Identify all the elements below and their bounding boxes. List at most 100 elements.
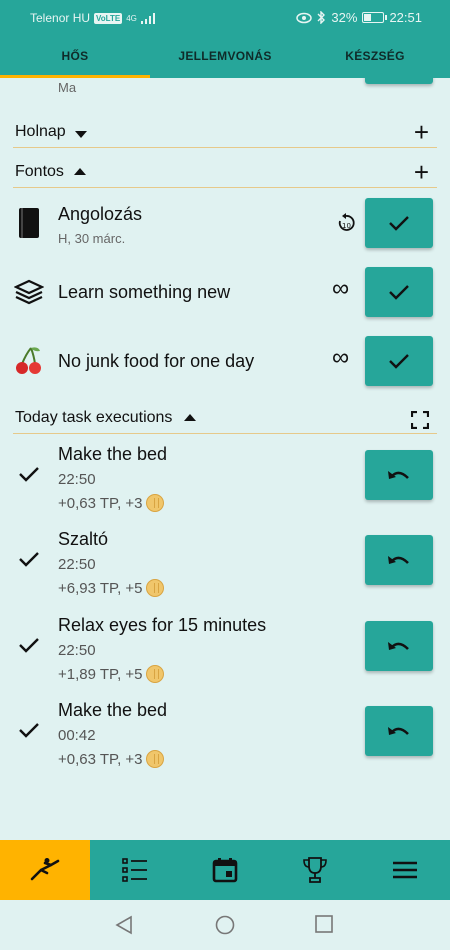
check-icon — [389, 216, 409, 231]
reward-text: +1,89 TP, +5 — [58, 665, 143, 683]
undo-button[interactable] — [365, 621, 433, 671]
replay-10-icon: 10 — [338, 213, 355, 231]
task-title: Learn something new — [58, 282, 231, 302]
section-holnap[interactable]: Holnap + — [13, 118, 437, 148]
coin-icon — [145, 579, 164, 597]
hero-icon — [30, 858, 60, 881]
undo-icon — [388, 642, 409, 650]
partial-task-row[interactable]: Ma — [0, 78, 450, 106]
complete-task-button[interactable] — [365, 198, 433, 248]
execution-time: 22:50 — [58, 642, 96, 659]
task-row[interactable]: Angolozás H, 30 márc. 10 — [0, 198, 450, 258]
section-label: Holnap — [15, 123, 66, 140]
checklist-icon — [122, 858, 147, 882]
check-icon — [19, 552, 39, 567]
network-type: 4G — [126, 13, 137, 23]
add-icon[interactable]: + — [414, 158, 429, 186]
execution-row[interactable]: Make the bed 00:42 +0,63 TP, +3 — [0, 700, 450, 784]
execution-title: Szaltó — [58, 529, 109, 549]
calendar-icon — [212, 858, 238, 883]
execution-row[interactable]: Relax eyes for 15 minutes 22:50 +1,89 TP… — [0, 615, 450, 699]
execution-reward: +6,93 TP, +5 — [58, 579, 164, 597]
execution-reward: +1,89 TP, +5 — [58, 665, 164, 683]
reward-text: +0,63 TP, +3 — [58, 494, 143, 512]
execution-reward: +0,63 TP, +3 — [58, 494, 164, 512]
book-icon — [19, 208, 39, 238]
caret-down-icon[interactable] — [75, 131, 87, 138]
add-icon[interactable]: + — [414, 118, 429, 146]
back-icon[interactable] — [114, 915, 134, 935]
battery-icon — [362, 12, 388, 23]
check-icon — [19, 467, 39, 482]
status-left: Telenor HU VoLTE 4G — [30, 11, 155, 25]
infinity-icon: ∞ — [332, 344, 350, 371]
undo-icon — [388, 727, 409, 735]
undo-button[interactable] — [365, 706, 433, 756]
check-icon — [19, 638, 39, 653]
check-icon — [389, 285, 409, 300]
nav-menu[interactable] — [360, 840, 450, 900]
complete-task-button[interactable] — [365, 267, 433, 317]
execution-title: Relax eyes for 15 minutes — [58, 615, 267, 635]
task-row[interactable]: No junk food for one day ∞ — [0, 336, 450, 396]
reward-text: +6,93 TP, +5 — [58, 579, 143, 597]
volte-badge: VoLTE — [94, 12, 123, 24]
execution-reward: +0,63 TP, +3 — [58, 750, 164, 768]
infinity-icon: ∞ — [332, 275, 350, 302]
complete-task-button[interactable] — [365, 78, 433, 84]
task-title: Angolozás — [58, 204, 143, 224]
tab-hos[interactable]: HŐS — [0, 34, 150, 78]
caret-up-icon[interactable] — [74, 168, 86, 175]
execution-time: 00:42 — [58, 727, 96, 744]
battery-percent: 32% — [331, 10, 358, 25]
trophy-icon — [303, 857, 327, 883]
nav-calendar[interactable] — [180, 840, 270, 900]
task-title: No junk food for one day — [58, 351, 255, 371]
bottom-navigation — [0, 840, 450, 900]
bluetooth-icon — [317, 11, 326, 24]
undo-icon — [388, 471, 409, 479]
coin-icon — [145, 494, 164, 512]
svg-text:10: 10 — [342, 222, 351, 230]
menu-icon — [393, 861, 417, 879]
task-date: Ma — [58, 80, 77, 95]
undo-icon — [388, 556, 409, 564]
execution-time: 22:50 — [58, 556, 96, 573]
status-bar: Telenor HU VoLTE 4G 32% 22:51 — [0, 0, 450, 34]
signal-icon — [140, 12, 155, 24]
execution-title: Make the bed — [58, 700, 168, 720]
execution-time: 22:50 — [58, 471, 96, 488]
complete-task-button[interactable] — [365, 336, 433, 386]
main-content[interactable]: Ma Holnap + Fontos + Angolozás H, 30 már… — [0, 78, 450, 840]
carrier-name: Telenor HU — [30, 11, 91, 25]
eye-comfort-icon — [296, 12, 313, 23]
nav-hero[interactable] — [0, 840, 90, 900]
undo-button[interactable] — [365, 535, 433, 585]
books-stack-icon — [14, 279, 44, 305]
tab-jellemvonas[interactable]: JELLEMVONÁS — [150, 34, 300, 78]
section-fontos[interactable]: Fontos + — [13, 158, 437, 188]
execution-row[interactable]: Szaltó 22:50 +6,93 TP, +5 — [0, 529, 450, 613]
undo-button[interactable] — [365, 450, 433, 500]
coin-icon — [145, 665, 164, 683]
section-label: Today task executions — [15, 409, 173, 426]
nav-achievements[interactable] — [270, 840, 360, 900]
recents-icon[interactable] — [315, 915, 333, 933]
reward-text: +0,63 TP, +3 — [58, 750, 143, 768]
section-today-executions[interactable]: Today task executions — [13, 404, 437, 434]
status-right: 32% 22:51 — [296, 10, 422, 25]
check-icon — [19, 723, 39, 738]
task-date: H, 30 márc. — [58, 231, 126, 246]
section-label: Fontos — [15, 163, 64, 180]
fullscreen-icon[interactable] — [411, 411, 429, 429]
tab-keszseg[interactable]: KÉSZSÉG — [300, 34, 450, 78]
coin-icon — [145, 750, 164, 768]
task-row[interactable]: Learn something new ∞ — [0, 267, 450, 327]
cherries-icon — [16, 347, 41, 374]
execution-title: Make the bed — [58, 444, 168, 464]
execution-row[interactable]: Make the bed 22:50 +0,63 TP, +3 — [0, 444, 450, 528]
nav-tasks[interactable] — [90, 840, 180, 900]
caret-up-icon[interactable] — [184, 414, 196, 421]
system-navigation-bar — [0, 900, 450, 950]
home-icon[interactable] — [215, 915, 235, 935]
